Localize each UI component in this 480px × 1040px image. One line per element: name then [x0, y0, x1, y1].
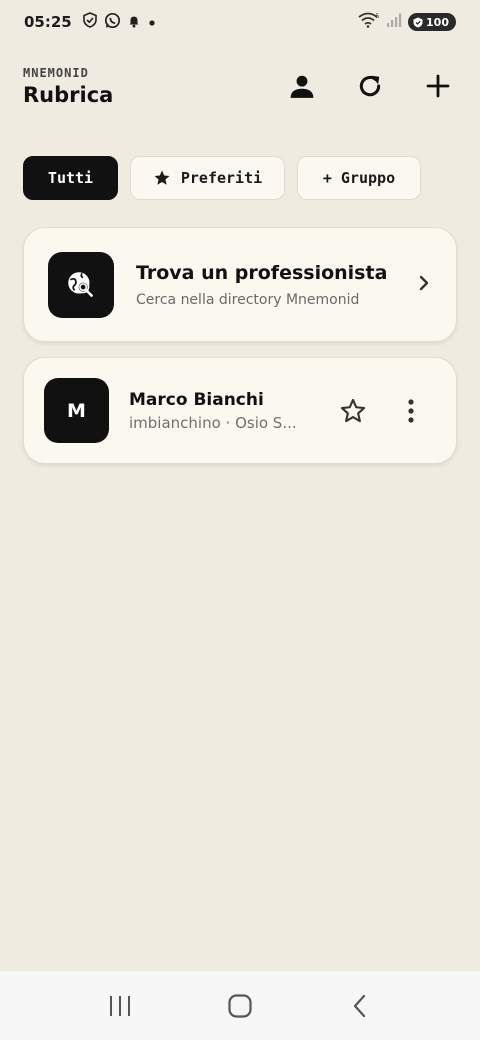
- chip-all[interactable]: Tutti: [23, 156, 118, 200]
- status-right: 5 100: [358, 12, 456, 32]
- contact-subtitle: imbianchino · Osio S...: [129, 413, 297, 432]
- battery-shield-icon: [413, 17, 423, 27]
- contact-text: Marco Bianchi imbianchino · Osio S...: [129, 390, 315, 432]
- person-icon: [290, 75, 314, 98]
- shield-check-icon: [82, 12, 98, 32]
- svg-text:5: 5: [376, 13, 380, 20]
- page-title: Rubrica: [23, 83, 114, 107]
- star-filled-icon: [154, 170, 170, 185]
- status-time: 05:25: [24, 13, 72, 31]
- chevron-right-icon: [416, 273, 432, 297]
- contact-name: Marco Bianchi: [129, 389, 264, 410]
- finder-text: Trova un professionista Cerca nella dire…: [136, 262, 416, 308]
- back-button[interactable]: [340, 986, 380, 1026]
- finder-title: Trova un professionista: [136, 261, 388, 284]
- find-professional-card[interactable]: Trova un professionista Cerca nella dire…: [23, 227, 457, 342]
- chip-group[interactable]: + Gruppo: [297, 156, 421, 200]
- chip-group-label: + Gruppo: [322, 169, 396, 187]
- recents-button[interactable]: [100, 986, 140, 1026]
- profile-button[interactable]: [286, 70, 318, 102]
- status-left: 05:25: [24, 12, 157, 33]
- finder-icon-box: [48, 251, 114, 318]
- battery-badge: 100: [408, 13, 456, 31]
- signal-icon: [386, 12, 402, 32]
- chip-favorites[interactable]: Preferiti: [130, 156, 285, 200]
- favorite-button[interactable]: [337, 395, 369, 427]
- refresh-button[interactable]: [354, 70, 386, 102]
- back-icon: [353, 994, 366, 1017]
- more-vertical-icon: [408, 398, 414, 423]
- bell-icon: [127, 13, 141, 32]
- brand-label: MNEMONID: [23, 66, 89, 80]
- more-options-button[interactable]: [403, 395, 419, 427]
- globe-search-icon: [68, 271, 93, 297]
- battery-level: 100: [426, 15, 449, 29]
- filter-chips: Tutti Preferiti + Gruppo: [23, 156, 421, 200]
- add-button[interactable]: [422, 70, 454, 102]
- header-actions: [286, 70, 454, 102]
- status-bar: 05:25 5 100: [0, 0, 480, 44]
- avatar: M: [44, 378, 109, 443]
- home-icon: [228, 993, 252, 1018]
- dot-icon: [147, 13, 157, 32]
- recents-icon: [110, 995, 130, 1016]
- finder-subtitle: Cerca nella directory Mnemonid: [136, 291, 360, 308]
- refresh-icon: [359, 75, 381, 97]
- plus-icon: [426, 74, 450, 98]
- whatsapp-icon: [104, 12, 121, 33]
- wifi-icon: 5: [358, 12, 380, 32]
- chip-all-label: Tutti: [47, 169, 94, 187]
- system-nav-bar: [0, 971, 480, 1040]
- chip-favorites-label: Preferiti: [180, 169, 263, 187]
- star-outline-icon: [340, 398, 366, 422]
- home-button[interactable]: [220, 986, 260, 1026]
- contact-card[interactable]: M Marco Bianchi imbianchino · Osio S...: [23, 357, 457, 464]
